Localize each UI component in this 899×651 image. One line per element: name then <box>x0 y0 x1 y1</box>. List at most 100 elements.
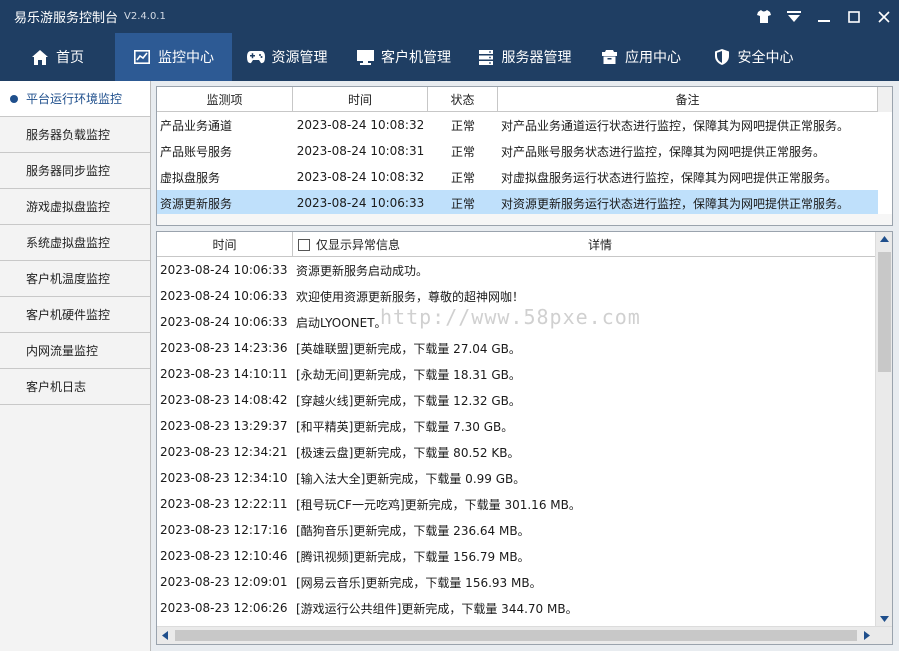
log-row[interactable]: 2023-08-23 13:29:37 [和平精英]更新完成，下载量 7.30 G… <box>157 413 581 439</box>
sidebar-item-system-vdisk[interactable]: 系统虚拟盘监控 <box>0 225 150 261</box>
log-time: 2023-08-23 13:29:37 <box>160 419 288 433</box>
vertical-scrollbar[interactable] <box>875 232 892 626</box>
log-time: 2023-08-23 12:09:01 <box>160 575 288 589</box>
menu-dropdown-icon[interactable] <box>779 0 809 33</box>
cell-time: 2023-08-24 10:08:32 <box>296 118 425 132</box>
vertical-scroll-thumb[interactable] <box>878 252 891 372</box>
log-row[interactable]: 2023-08-23 12:06:26 [游戏运行公共组件]更新完成，下载量 34… <box>157 595 581 621</box>
sidebar-item-label: 服务器负载监控 <box>26 128 111 142</box>
active-dot-icon <box>10 95 18 103</box>
cell-status: 正常 <box>450 144 475 159</box>
scroll-down-arrow-icon[interactable] <box>880 616 889 622</box>
horizontal-scrollbar[interactable] <box>157 214 892 225</box>
log-row[interactable]: 2023-08-23 14:23:36 [英雄联盟]更新完成，下载量 27.04 … <box>157 335 581 361</box>
monitor-table-header: 监测项 时间 状态 备注 <box>157 87 878 112</box>
header-filler <box>877 87 892 112</box>
sidebar-item-client-temp[interactable]: 客户机温度监控 <box>0 261 150 297</box>
log-time: 2023-08-23 12:34:10 <box>160 471 288 485</box>
cell-status: 正常 <box>450 196 475 211</box>
log-table: 时间 仅显示异常信息 详情 2023-08-24 10:06:33 资源更新服务启… <box>156 231 893 645</box>
table-row[interactable]: 产品账号服务 2023-08-24 10:08:31 正常 对产品账号服务状态进… <box>157 138 878 164</box>
nav-label: 首页 <box>56 50 84 66</box>
abnormal-only-checkbox[interactable] <box>298 238 310 251</box>
sidebar-item-client-log[interactable]: 客户机日志 <box>0 369 150 405</box>
nav-home[interactable]: 首页 <box>0 33 115 81</box>
scroll-up-arrow-icon[interactable] <box>880 236 889 242</box>
log-row[interactable]: 2023-08-23 14:08:42 [穿越火线]更新完成，下载量 12.32 … <box>157 387 581 413</box>
cell-note: 对虚拟盘服务运行状态进行监控，保障其为网吧提供正常服务。 <box>501 170 838 185</box>
sidebar-item-label: 内网流量监控 <box>26 344 99 358</box>
log-row[interactable]: 2023-08-23 12:17:16 [酷狗音乐]更新完成，下载量 236.64… <box>157 517 581 543</box>
cell-time: 2023-08-24 10:06:33 <box>296 196 425 210</box>
sidebar-item-label: 客户机温度监控 <box>26 272 111 286</box>
home-icon <box>31 48 49 66</box>
horizontal-scroll-thumb[interactable] <box>175 630 857 641</box>
log-time: 2023-08-23 12:34:21 <box>160 445 288 459</box>
maximize-icon[interactable] <box>839 0 869 33</box>
log-detail: [网易云音乐]更新完成，下载量 156.93 MB。 <box>296 575 542 590</box>
column-header[interactable]: 时间 <box>293 87 428 112</box>
close-icon[interactable] <box>869 0 899 33</box>
sidebar-item-game-vdisk[interactable]: 游戏虚拟盘监控 <box>0 189 150 225</box>
log-time: 2023-08-23 14:23:36 <box>160 341 288 355</box>
log-row[interactable]: 2023-08-23 14:10:11 [永劫无间]更新完成，下载量 18.31 … <box>157 361 581 387</box>
skin-icon[interactable] <box>749 0 779 33</box>
nav-resource-management[interactable]: 资源管理 <box>232 33 342 81</box>
sidebar-item-label: 游戏虚拟盘监控 <box>26 200 111 214</box>
sidebar-item-label: 客户机日志 <box>26 380 87 394</box>
log-row[interactable]: 2023-08-23 12:09:01 [网易云音乐]更新完成，下载量 156.9… <box>157 569 581 595</box>
table-row[interactable]: 产品业务通道 2023-08-24 10:08:32 正常 对产品业务通道运行状… <box>157 112 878 138</box>
table-row[interactable]: 虚拟盘服务 2023-08-24 10:08:32 正常 对虚拟盘服务运行状态进… <box>157 164 878 190</box>
desktop-icon <box>356 48 374 66</box>
abnormal-only-label[interactable]: 仅显示异常信息 <box>316 236 400 253</box>
sidebar-item-client-hardware[interactable]: 客户机硬件监控 <box>0 297 150 333</box>
log-row[interactable]: 2023-08-24 10:06:33 欢迎使用资源更新服务，尊敬的超神网咖！ <box>157 283 581 309</box>
box-icon <box>600 48 618 66</box>
scroll-right-arrow-icon[interactable] <box>864 631 870 640</box>
log-row[interactable]: 2023-08-24 10:06:33 启动LYOONET。 <box>157 309 581 335</box>
sidebar-item-label: 系统虚拟盘监控 <box>26 236 111 250</box>
nav-security-center[interactable]: 安全中心 <box>698 33 808 81</box>
log-row[interactable]: 2023-08-23 12:34:10 [输入法大全]更新完成，下载量 0.99 … <box>157 465 581 491</box>
log-detail: [腾讯视频]更新完成，下载量 156.79 MB。 <box>296 549 530 564</box>
cell-item: 虚拟盘服务 <box>160 170 221 185</box>
nav-server-management[interactable]: 服务器管理 <box>465 33 583 81</box>
scroll-left-arrow-icon[interactable] <box>162 631 168 640</box>
sidebar-item-label: 服务器同步监控 <box>26 164 111 178</box>
table-row-selected[interactable]: 资源更新服务 2023-08-24 10:06:33 正常 对资源更新服务运行状… <box>157 190 878 216</box>
column-header[interactable]: 时间 <box>157 232 293 257</box>
cell-time: 2023-08-24 10:08:31 <box>296 144 425 158</box>
sidebar-item-lan-traffic[interactable]: 内网流量监控 <box>0 333 150 369</box>
cell-note: 对资源更新服务运行状态进行监控，保障其为网吧提供正常服务。 <box>501 196 850 211</box>
log-row[interactable]: 2023-08-23 12:22:11 [租号玩CF一元吃鸡]更新完成，下载量 3… <box>157 491 581 517</box>
app-title: 易乐游服务控制台 <box>14 11 119 26</box>
sidebar-item-platform-env[interactable]: 平台运行环境监控 <box>0 81 150 117</box>
log-detail: [英雄联盟]更新完成，下载量 27.04 GB。 <box>296 341 521 356</box>
app-version: V2.4.0.1 <box>124 11 166 22</box>
log-time: 2023-08-24 10:06:33 <box>160 289 288 303</box>
log-row[interactable]: 2023-08-23 12:34:21 [极速云盘]更新完成，下载量 80.52 … <box>157 439 581 465</box>
cell-note: 对产品账号服务状态进行监控，保障其为网吧提供正常服务。 <box>501 144 826 159</box>
sidebar-item-server-load[interactable]: 服务器负载监控 <box>0 117 150 153</box>
log-row[interactable]: 2023-08-23 12:10:46 [腾讯视频]更新完成，下载量 156.79… <box>157 543 581 569</box>
nav-client-management[interactable]: 客户机管理 <box>342 33 465 81</box>
nav-monitor-center[interactable]: 监控中心 <box>115 33 232 81</box>
log-row[interactable]: 2023-08-24 10:06:33 资源更新服务启动成功。 <box>157 257 581 283</box>
log-table-body: 2023-08-24 10:06:33 资源更新服务启动成功。 2023-08-2… <box>157 257 581 621</box>
column-header[interactable]: 备注 <box>498 87 878 112</box>
cell-item: 产品账号服务 <box>160 144 233 159</box>
column-header[interactable]: 监测项 <box>157 87 293 112</box>
log-time: 2023-08-23 12:17:16 <box>160 523 288 537</box>
cell-time: 2023-08-24 10:08:32 <box>296 170 425 184</box>
minimize-icon[interactable] <box>809 0 839 33</box>
horizontal-scrollbar[interactable] <box>157 626 892 644</box>
log-detail: [极速云盘]更新完成，下载量 80.52 KB。 <box>296 445 520 460</box>
nav-app-center[interactable]: 应用中心 <box>583 33 698 81</box>
cell-status: 正常 <box>450 118 475 133</box>
nav-label: 应用中心 <box>625 50 681 66</box>
column-header[interactable]: 状态 <box>428 87 498 112</box>
sidebar-item-server-sync[interactable]: 服务器同步监控 <box>0 153 150 189</box>
log-detail: 资源更新服务启动成功。 <box>296 263 429 278</box>
cell-item: 资源更新服务 <box>160 196 233 211</box>
title-bar: 易乐游服务控制台 V2.4.0.1 <box>0 0 899 33</box>
